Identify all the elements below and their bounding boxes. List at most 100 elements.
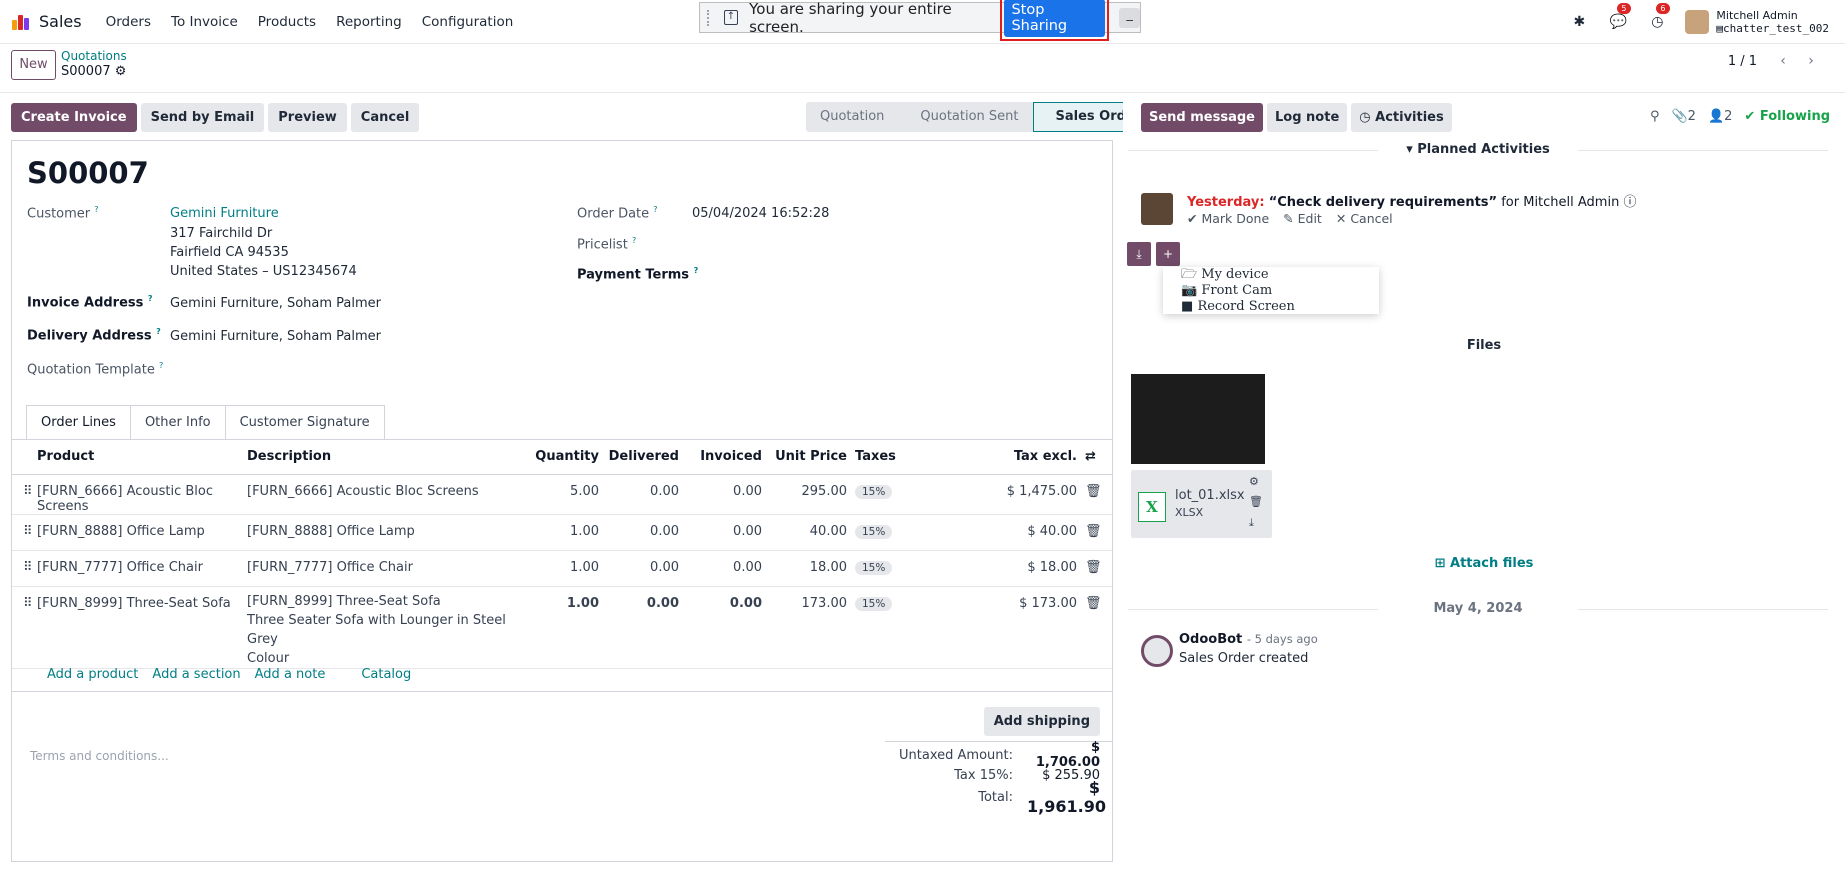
table-row[interactable]: ⠿ [FURN_6666] Acoustic Bloc Screens [FUR… xyxy=(12,474,1112,515)
pager-next-icon[interactable]: › xyxy=(1797,53,1825,69)
column-settings-icon[interactable]: ⇄ xyxy=(1085,440,1112,475)
add-shipping-button[interactable]: Add shipping xyxy=(983,707,1100,736)
info-icon[interactable]: ⓘ xyxy=(1623,195,1636,210)
stop-sharing-button[interactable]: Stop Sharing xyxy=(1004,0,1106,37)
user-menu[interactable]: Mitchell Admin ▤chatter_test_002 xyxy=(1716,9,1829,35)
col-unit-price[interactable]: Unit Price xyxy=(770,440,855,475)
line-description[interactable]: [FURN_7777] Office Chair xyxy=(247,550,517,587)
add-product-link[interactable]: Add a product xyxy=(47,667,138,682)
download-icon[interactable]: ⤓ xyxy=(1127,242,1151,266)
line-product[interactable]: [FURN_6666] Acoustic Bloc Screens xyxy=(37,474,247,515)
upload-front-cam[interactable]: 📷 Front Cam xyxy=(1181,283,1361,299)
table-row[interactable]: ⠿ [FURN_7777] Office Chair [FURN_7777] O… xyxy=(12,550,1112,587)
tab-customer-signature[interactable]: Customer Signature xyxy=(224,405,385,440)
line-qty[interactable]: 1.00 xyxy=(517,550,607,587)
trash-icon[interactable]: 🗑 xyxy=(1249,495,1263,508)
col-taxes[interactable]: Taxes xyxy=(855,440,955,475)
tab-order-lines[interactable]: Order Lines xyxy=(26,405,131,440)
line-description[interactable]: [FURN_6666] Acoustic Bloc Screens xyxy=(247,474,517,515)
col-invoiced[interactable]: Invoiced xyxy=(687,440,770,475)
planned-activities-toggle[interactable]: ▾ Planned Activities xyxy=(1128,142,1828,157)
attachment-card[interactable]: X lot_01.xlsx XLSX ⚙ 🗑 ⤓ xyxy=(1131,470,1272,538)
mark-done-button[interactable]: ✔ Mark Done xyxy=(1187,211,1269,226)
menu-orders[interactable]: Orders xyxy=(96,14,161,30)
col-description[interactable]: Description xyxy=(247,440,517,475)
menu-configuration[interactable]: Configuration xyxy=(412,14,524,30)
drag-handle-icon[interactable]: ⠿ xyxy=(12,550,37,587)
delivery-address-field[interactable]: Gemini Furniture, Soham Palmer xyxy=(170,329,381,344)
gear-icon[interactable]: ⚙ xyxy=(115,64,127,79)
line-qty[interactable]: 5.00 xyxy=(517,474,607,515)
table-row[interactable]: ⠿ [FURN_8888] Office Lamp [FURN_8888] Of… xyxy=(12,514,1112,551)
line-price[interactable]: 295.00 xyxy=(770,474,855,515)
video-thumbnail[interactable] xyxy=(1131,374,1265,464)
drag-handle-icon[interactable]: ⠿ xyxy=(12,514,37,551)
trash-icon[interactable]: 🗑 xyxy=(1085,514,1112,551)
line-description[interactable]: [FURN_8999] Three-Seat Sofa Three Seater… xyxy=(247,586,517,669)
preview-button[interactable]: Preview xyxy=(268,103,347,132)
upload-record-screen[interactable]: ■ Record Screen xyxy=(1181,299,1361,315)
add-note-link[interactable]: Add a note xyxy=(255,667,326,682)
order-date-field[interactable]: 05/04/2024 16:52:28 xyxy=(692,206,829,221)
invoice-address-field[interactable]: Gemini Furniture, Soham Palmer xyxy=(170,296,381,311)
trash-icon[interactable]: 🗑 xyxy=(1085,474,1112,515)
tax-badge[interactable]: 15% xyxy=(855,596,893,611)
tax-badge[interactable]: 15% xyxy=(855,524,893,539)
search-icon[interactable]: ⚲ xyxy=(1650,109,1660,124)
activities-button[interactable]: ◷ Activities xyxy=(1351,103,1452,132)
menu-products[interactable]: Products xyxy=(248,14,326,30)
app-name[interactable]: Sales xyxy=(39,12,82,31)
col-tax-excl[interactable]: Tax excl. xyxy=(955,440,1085,475)
line-product[interactable]: [FURN_8999] Three-Seat Sofa xyxy=(37,586,247,669)
catalog-link[interactable]: Catalog xyxy=(361,667,411,682)
stage-quotation[interactable]: Quotation xyxy=(806,102,899,132)
send-by-email-button[interactable]: Send by Email xyxy=(140,103,265,132)
col-quantity[interactable]: Quantity xyxy=(517,440,607,475)
add-section-link[interactable]: Add a section xyxy=(152,667,240,682)
trash-icon[interactable]: 🗑 xyxy=(1085,550,1112,587)
customer-field[interactable]: Gemini Furniture xyxy=(170,206,279,221)
gear-icon[interactable]: ⚙ xyxy=(1249,475,1259,488)
cancel-activity-button[interactable]: ✕ Cancel xyxy=(1336,211,1393,226)
plus-icon[interactable]: + xyxy=(1156,242,1180,266)
drag-handle-icon[interactable]: ⠿ xyxy=(12,474,37,515)
line-qty[interactable]: 1.00 xyxy=(517,586,607,669)
line-qty[interactable]: 1.00 xyxy=(517,514,607,551)
tab-other-info[interactable]: Other Info xyxy=(129,405,226,440)
sales-app-icon[interactable] xyxy=(11,12,31,32)
drag-handle-icon[interactable] xyxy=(707,9,711,26)
terms-input[interactable]: Terms and conditions... xyxy=(30,749,169,763)
line-product[interactable]: [FURN_8888] Office Lamp xyxy=(37,514,247,551)
messages-icon[interactable]: 💬 5 xyxy=(1607,3,1631,30)
edit-activity-button[interactable]: ✎ Edit xyxy=(1283,211,1322,226)
col-product[interactable]: Product xyxy=(37,440,247,475)
new-button[interactable]: New xyxy=(11,50,56,80)
followers-counter[interactable]: 👤2 xyxy=(1708,109,1732,124)
pager-prev-icon[interactable]: ‹ xyxy=(1769,53,1797,69)
hide-share-bar-button[interactable]: _ xyxy=(1119,7,1140,28)
line-price[interactable]: 18.00 xyxy=(770,550,855,587)
menu-to-invoice[interactable]: To Invoice xyxy=(161,14,248,30)
download-icon[interactable]: ⤓ xyxy=(1249,516,1254,530)
col-delivered[interactable]: Delivered xyxy=(607,440,687,475)
attachments-counter[interactable]: 📎2 xyxy=(1671,109,1695,124)
line-price[interactable]: 40.00 xyxy=(770,514,855,551)
trash-icon[interactable]: 🗑 xyxy=(1085,586,1112,669)
line-price[interactable]: 173.00 xyxy=(770,586,855,669)
activities-clock-icon[interactable]: ◷ 6 xyxy=(1646,3,1670,30)
drag-handle-icon[interactable]: ⠿ xyxy=(12,586,37,669)
create-invoice-button[interactable]: Create Invoice xyxy=(11,103,137,132)
tax-badge[interactable]: 15% xyxy=(855,560,893,575)
tax-badge[interactable]: 15% xyxy=(855,484,893,499)
send-message-button[interactable]: Send message xyxy=(1141,103,1263,132)
menu-reporting[interactable]: Reporting xyxy=(326,14,412,30)
attach-files-link[interactable]: ⊞ Attach files xyxy=(1123,556,1845,571)
breadcrumb-quotations[interactable]: Quotations xyxy=(61,49,127,63)
upload-my-device[interactable]: 🗁 My device xyxy=(1181,267,1361,283)
stage-quotation-sent[interactable]: Quotation Sent xyxy=(898,102,1033,132)
following-button[interactable]: ✔ Following xyxy=(1744,109,1830,124)
user-avatar[interactable] xyxy=(1685,10,1710,34)
pager-value[interactable]: 1 / 1 xyxy=(1728,54,1757,69)
bug-icon[interactable]: ✱ xyxy=(1568,14,1590,30)
line-product[interactable]: [FURN_7777] Office Chair xyxy=(37,550,247,587)
